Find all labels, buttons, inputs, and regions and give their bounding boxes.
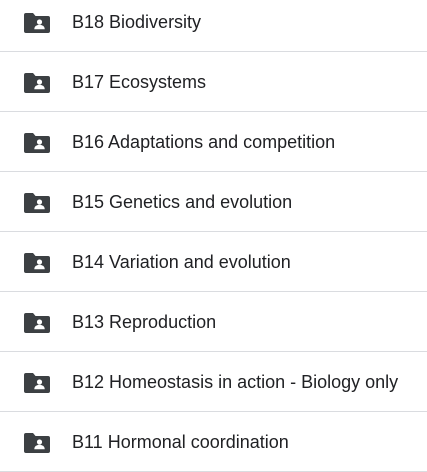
folder-name: B17 Ecosystems xyxy=(72,72,207,92)
folder-name: B14 Variation and evolution xyxy=(72,252,291,272)
folder-row[interactable]: B13 Reproduction xyxy=(0,292,427,352)
folder-name: B16 Adaptations and competition xyxy=(72,132,336,152)
folder-name: B18 Biodiversity xyxy=(72,12,202,32)
folder-name: B15 Genetics and evolution xyxy=(72,192,293,212)
folder-name: B12 Homeostasis in action - Biology only xyxy=(72,372,399,392)
folder-list: B18 Biodiversity B17 Ecosystems B16 Adapta… xyxy=(0,0,427,472)
folder-row[interactable]: B12 Homeostasis in action - Biology only xyxy=(0,352,427,412)
shared-folder-icon xyxy=(24,253,50,273)
folder-name: B13 Reproduction xyxy=(72,312,217,332)
shared-folder-icon xyxy=(24,373,50,393)
shared-folder-icon xyxy=(24,13,50,33)
folder-row[interactable]: B18 Biodiversity xyxy=(0,0,427,52)
shared-folder-icon xyxy=(24,313,50,333)
folder-row[interactable]: B16 Adaptations and competition xyxy=(0,112,427,172)
shared-folder-icon xyxy=(24,133,50,153)
folder-name: B11 Hormonal coordination xyxy=(72,432,289,452)
folder-row[interactable]: B17 Ecosystems xyxy=(0,52,427,112)
shared-folder-icon xyxy=(24,433,50,453)
folder-row[interactable]: B11 Hormonal coordination xyxy=(0,412,427,472)
shared-folder-icon xyxy=(24,193,50,213)
shared-folder-icon xyxy=(24,73,50,93)
folder-row[interactable]: B15 Genetics and evolution xyxy=(0,172,427,232)
folder-row[interactable]: B14 Variation and evolution xyxy=(0,232,427,292)
